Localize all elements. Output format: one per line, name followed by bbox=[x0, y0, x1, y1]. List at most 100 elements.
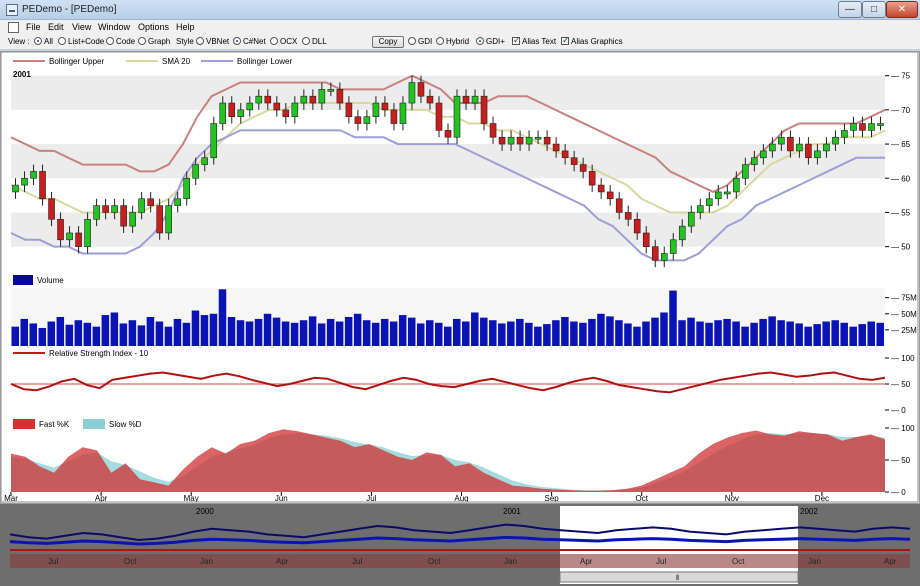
volume-tick-label: — 75M bbox=[891, 294, 917, 303]
volume-bar bbox=[164, 326, 173, 346]
volume-bar bbox=[353, 313, 362, 346]
candle bbox=[832, 136, 839, 145]
volume-bar bbox=[471, 312, 479, 346]
menu-window[interactable]: Window bbox=[98, 22, 130, 32]
style-dll-radio[interactable]: DLL bbox=[302, 37, 327, 46]
window-titlebar[interactable]: PEDemo - [PEDemo] — □ ✕ bbox=[0, 0, 920, 20]
candle bbox=[751, 157, 758, 165]
candle bbox=[66, 232, 73, 241]
candle bbox=[715, 191, 722, 200]
navigator-month-label: Jul bbox=[48, 557, 58, 566]
volume-bar bbox=[588, 318, 596, 346]
navigator-year-label: 2001 bbox=[503, 507, 521, 516]
alias-graphics-checkbox[interactable]: Alias Graphics bbox=[561, 35, 623, 46]
checkbox-icon bbox=[561, 35, 570, 46]
candle bbox=[435, 102, 443, 131]
volume-bar bbox=[561, 317, 569, 346]
alias-text-checkbox[interactable]: Alias Text bbox=[512, 35, 556, 46]
candle bbox=[489, 123, 497, 138]
candle bbox=[462, 95, 470, 104]
navigator-month-label: Jan bbox=[200, 557, 213, 566]
view-all-radio[interactable]: All bbox=[34, 37, 53, 46]
volume-bar bbox=[425, 320, 434, 346]
menu-edit[interactable]: Edit bbox=[48, 22, 64, 32]
stock-chart[interactable]: — 50 — 55 — 60 — 65 — 70 — 75 Bollinger Upper S… bbox=[0, 51, 920, 504]
volume-bar bbox=[299, 320, 308, 346]
volume-bar bbox=[236, 320, 245, 346]
volume-bar bbox=[38, 327, 47, 346]
candle bbox=[624, 212, 632, 220]
volume-bar bbox=[579, 322, 587, 346]
volume-bar bbox=[849, 326, 857, 346]
candle bbox=[642, 232, 650, 247]
menu-options[interactable]: Options bbox=[138, 22, 169, 32]
volume-bar bbox=[624, 323, 632, 346]
maximize-button[interactable]: □ bbox=[862, 1, 886, 18]
menu-help[interactable]: Help bbox=[176, 22, 195, 32]
candle bbox=[417, 82, 425, 97]
render-gdi-radio[interactable]: GDI bbox=[408, 37, 432, 46]
candle bbox=[868, 123, 875, 131]
render-hybrid-radio[interactable]: Hybrid bbox=[436, 37, 469, 46]
navigator-month-label: Oct bbox=[124, 557, 137, 566]
candle bbox=[192, 164, 200, 179]
candle bbox=[219, 102, 227, 124]
price-tick-label: — 70 bbox=[891, 106, 911, 115]
close-button[interactable]: ✕ bbox=[886, 1, 918, 18]
menu-file[interactable]: File bbox=[26, 22, 41, 32]
legend-swatch bbox=[83, 419, 105, 429]
candle bbox=[498, 136, 506, 145]
stochastic-tick-label: — 0 bbox=[891, 488, 906, 497]
minimize-button[interactable]: — bbox=[838, 1, 862, 18]
candle bbox=[165, 205, 172, 234]
volume-bar bbox=[480, 317, 488, 346]
candle bbox=[705, 198, 713, 206]
candle bbox=[345, 102, 353, 118]
candle bbox=[138, 198, 145, 213]
candle bbox=[75, 232, 82, 247]
candle bbox=[111, 205, 118, 213]
view-list-code-radio[interactable]: List+Code bbox=[58, 37, 104, 46]
candle bbox=[516, 136, 524, 145]
candle bbox=[823, 143, 830, 152]
candle bbox=[471, 95, 479, 104]
volume-bar bbox=[200, 315, 209, 346]
style-ocx-radio[interactable]: OCX bbox=[270, 37, 297, 46]
rsi-tick-label: — 100 bbox=[891, 354, 915, 363]
volume-bar bbox=[218, 289, 227, 346]
candle bbox=[426, 95, 434, 104]
candle bbox=[255, 95, 263, 104]
volume-bar bbox=[786, 321, 794, 346]
candle bbox=[633, 218, 641, 234]
navigator-month-label: Jul bbox=[656, 557, 666, 566]
style-csharp-radio[interactable]: C#Net bbox=[233, 37, 266, 46]
volume-bar bbox=[858, 324, 866, 346]
navigator-month-label: Apr bbox=[580, 557, 593, 566]
render-gdiplus-radio[interactable]: GDI+ bbox=[476, 37, 505, 46]
view-graph-radio[interactable]: Graph bbox=[138, 37, 170, 46]
volume-bar bbox=[335, 321, 344, 346]
volume-bar bbox=[398, 315, 407, 346]
volume-bar bbox=[263, 313, 272, 346]
volume-bar bbox=[434, 322, 443, 346]
date-navigator[interactable]: 2000 2001 2002 Jul Oct Jan Apr Jul Oct Jan Apr Jul O… bbox=[0, 504, 920, 586]
copy-button[interactable]: Copy bbox=[372, 36, 404, 48]
style-vbnet-radio[interactable]: VBNet bbox=[196, 37, 229, 46]
candle bbox=[525, 136, 533, 145]
price-tick-label: — 50 bbox=[891, 243, 911, 252]
menu-view[interactable]: View bbox=[72, 22, 91, 32]
volume-bar bbox=[606, 316, 614, 346]
legend-swatch bbox=[13, 419, 35, 429]
volume-bar bbox=[227, 317, 236, 346]
volume-bar bbox=[723, 318, 731, 346]
candle bbox=[597, 184, 605, 193]
volume-bar bbox=[678, 320, 686, 346]
candle bbox=[588, 171, 596, 186]
view-code-radio[interactable]: Code bbox=[106, 37, 135, 46]
candle bbox=[57, 218, 64, 241]
volume-bar bbox=[777, 320, 785, 346]
volume-bar bbox=[633, 326, 641, 346]
legend-label: Bollinger Upper bbox=[49, 57, 104, 66]
radio-icon bbox=[196, 37, 204, 45]
document-icon[interactable] bbox=[8, 22, 19, 33]
